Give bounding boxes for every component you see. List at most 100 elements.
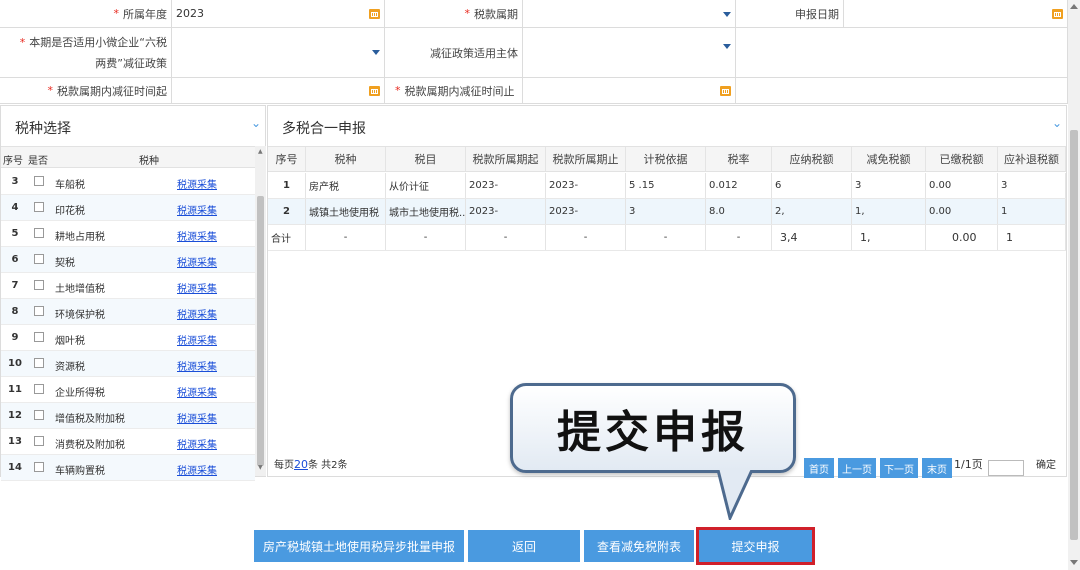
period-select[interactable] — [523, 0, 736, 28]
table-cell: 8.0 — [706, 199, 772, 224]
row-checkbox[interactable] — [34, 176, 44, 186]
scrollbar-thumb[interactable] — [257, 196, 264, 466]
tax-name: 土地增值税 — [55, 284, 105, 295]
row-number: 9 — [11, 332, 19, 343]
column-header[interactable]: 应补退税额 — [998, 147, 1066, 171]
column-header[interactable]: 应纳税额 — [772, 147, 852, 171]
scroll-down-icon[interactable]: ▼ — [258, 464, 263, 471]
scroll-up-icon[interactable]: ▲ — [258, 148, 263, 155]
batch-declare-button[interactable]: 房产税城镇土地使用税异步批量申报 — [254, 530, 464, 562]
reduction-end-field[interactable] — [523, 78, 736, 104]
six-tax-select[interactable] — [172, 28, 385, 78]
row-checkbox[interactable] — [34, 254, 44, 264]
column-header[interactable]: 税目 — [386, 147, 466, 171]
list-item: 11 企业所得税 税源采集 — [1, 377, 255, 403]
list-item: 7 土地增值税 税源采集 — [1, 273, 255, 299]
page-number-input[interactable] — [988, 460, 1024, 476]
row-number: 13 — [8, 436, 22, 447]
list-item: 8 环境保护税 税源采集 — [1, 299, 255, 325]
row-checkbox[interactable] — [34, 332, 44, 342]
row-checkbox[interactable] — [34, 462, 44, 472]
list-item: 5 耕地占用税 税源采集 — [1, 221, 255, 247]
declare-date-label: 申报日期 — [736, 0, 844, 28]
scrollbar[interactable]: ▲ ▼ — [255, 146, 266, 476]
table-cell: 3 — [852, 173, 926, 198]
source-collect-link[interactable]: 税源采集 — [177, 358, 217, 373]
source-collect-link[interactable]: 税源采集 — [177, 176, 217, 191]
callout-bubble: 提交申报 — [510, 383, 796, 473]
row-checkbox[interactable] — [34, 228, 44, 238]
first-page-button[interactable]: 首页 — [804, 458, 834, 478]
submit-declaration-button[interactable]: 提交申报 — [696, 527, 815, 565]
column-header[interactable]: 税款所属期止 — [546, 147, 626, 171]
calendar-icon[interactable] — [369, 9, 380, 19]
page-size-link[interactable]: 20 — [294, 458, 308, 471]
table-cell: 3 — [998, 173, 1066, 198]
scroll-up-icon[interactable] — [1070, 4, 1078, 9]
source-collect-link[interactable]: 税源采集 — [177, 384, 217, 399]
table-cell: 1 — [998, 225, 1066, 250]
collapse-icon[interactable]: ⌄ — [1052, 116, 1062, 130]
last-page-button[interactable]: 末页 — [922, 458, 952, 478]
column-header[interactable]: 减免税额 — [852, 147, 926, 171]
tax-name: 耕地占用税 — [55, 232, 105, 243]
column-header[interactable]: 税种 — [306, 147, 386, 171]
page-scrollbar-thumb[interactable] — [1070, 130, 1078, 540]
source-collect-link[interactable]: 税源采集 — [177, 228, 217, 243]
reduction-subject-label: 减征政策适用主体 — [385, 28, 523, 78]
chevron-down-icon — [723, 44, 731, 49]
declare-date-field[interactable] — [844, 0, 1068, 28]
collapse-icon[interactable]: ⌄ — [251, 116, 261, 130]
page-info: 1/1页 — [954, 458, 983, 471]
view-attachment-button[interactable]: 查看减免税附表 — [584, 530, 694, 562]
row-number: 3 — [11, 176, 19, 187]
row-checkbox[interactable] — [34, 384, 44, 394]
tax-name: 消费税及附加税 — [55, 440, 125, 451]
tax-name: 资源税 — [55, 362, 85, 373]
six-tax-label: * 本期是否适用小微企业“六税 两费”减征政策 — [0, 28, 172, 78]
column-header[interactable]: 序号 — [268, 147, 306, 171]
row-number: 14 — [8, 462, 22, 473]
table-cell: 3,4 — [772, 225, 852, 250]
back-button[interactable]: 返回 — [468, 530, 580, 562]
row-checkbox[interactable] — [34, 358, 44, 368]
prev-page-button[interactable]: 上一页 — [838, 458, 876, 478]
reduction-start-field[interactable] — [172, 78, 385, 104]
callout-pointer — [716, 470, 754, 520]
scroll-down-icon[interactable] — [1070, 560, 1078, 565]
source-collect-link[interactable]: 税源采集 — [177, 436, 217, 451]
page-scrollbar[interactable] — [1068, 0, 1080, 570]
row-checkbox[interactable] — [34, 280, 44, 290]
source-collect-link[interactable]: 税源采集 — [177, 410, 217, 425]
source-collect-link[interactable]: 税源采集 — [177, 254, 217, 269]
table-cell: - — [706, 225, 772, 250]
next-page-button[interactable]: 下一页 — [880, 458, 918, 478]
calendar-icon[interactable] — [369, 86, 380, 96]
source-collect-link[interactable]: 税源采集 — [177, 280, 217, 295]
source-collect-link[interactable]: 税源采集 — [177, 202, 217, 217]
tax-name: 印花税 — [55, 206, 85, 217]
row-checkbox[interactable] — [34, 306, 44, 316]
reduction-end-label: * 税款属期内减征时间止 — [385, 78, 523, 104]
column-header[interactable]: 计税依据 — [626, 147, 706, 171]
confirm-page-button[interactable]: 确定 — [1036, 456, 1056, 471]
column-header[interactable]: 已缴税额 — [926, 147, 998, 171]
reduction-subject-select[interactable] — [523, 28, 736, 78]
source-collect-link[interactable]: 税源采集 — [177, 332, 217, 347]
table-row: 1 房产税 从价计征 2023- 2023- 5 .15 0.012 6 3 0.00 3 — [268, 173, 1066, 199]
list-item: 3 车船税 税源采集 — [1, 169, 255, 195]
row-checkbox[interactable] — [34, 436, 44, 446]
calendar-icon[interactable] — [720, 86, 731, 96]
tax-name: 增值税及附加税 — [55, 414, 125, 425]
tax-name: 车辆购置税 — [55, 466, 105, 477]
table-cell: 从价计征 — [386, 173, 466, 198]
source-collect-link[interactable]: 税源采集 — [177, 306, 217, 321]
column-header[interactable]: 税率 — [706, 147, 772, 171]
year-field[interactable]: 2023 — [172, 0, 385, 28]
table-cell: 1 — [998, 199, 1066, 224]
source-collect-link[interactable]: 税源采集 — [177, 462, 217, 477]
column-header[interactable]: 税款所属期起 — [466, 147, 546, 171]
row-checkbox[interactable] — [34, 410, 44, 420]
calendar-icon[interactable] — [1052, 9, 1063, 19]
row-checkbox[interactable] — [34, 202, 44, 212]
